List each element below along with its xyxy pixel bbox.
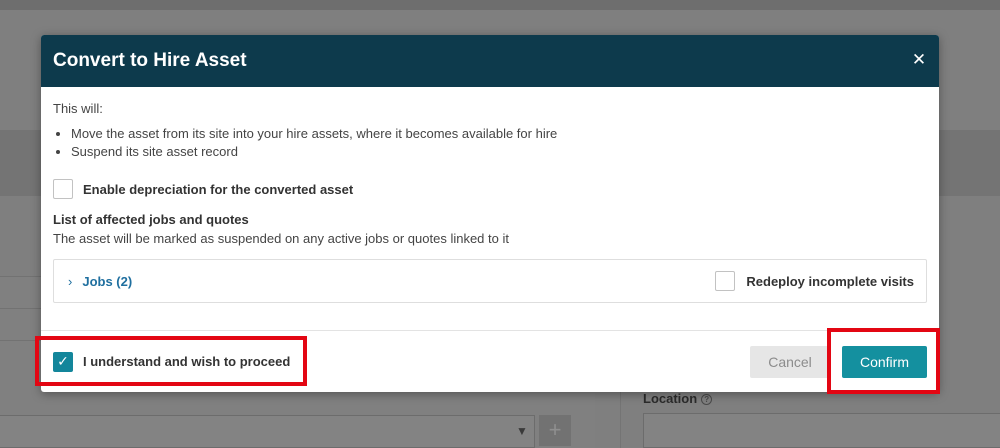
depreciation-checkbox[interactable] — [53, 179, 73, 199]
confirm-button[interactable]: Confirm — [842, 346, 927, 378]
understand-checkbox[interactable]: ✓ — [53, 351, 73, 372]
redeploy-label: Redeploy incomplete visits — [746, 273, 914, 289]
modal-header: Convert to Hire Asset ✕ — [41, 35, 939, 87]
cancel-button[interactable]: Cancel — [750, 346, 830, 378]
background-top-band — [0, 0, 1000, 10]
question-circle-icon: ? — [701, 394, 713, 405]
modal-footer: ✓ I understand and wish to proceed Cance… — [41, 330, 939, 392]
depreciation-row: Enable depreciation for the converted as… — [53, 179, 927, 199]
convert-to-hire-asset-modal: Convert to Hire Asset ✕ This will: Move … — [41, 35, 939, 392]
background-select — [0, 415, 535, 448]
understand-label: I understand and wish to proceed — [83, 354, 291, 369]
intro-text: This will: — [53, 101, 103, 116]
plus-icon: + — [539, 415, 571, 446]
affected-jobs-title: List of affected jobs and quotes — [53, 212, 249, 227]
list-item: Suspend its site asset record — [71, 143, 927, 161]
depreciation-label: Enable depreciation for the converted as… — [83, 181, 354, 197]
list-item: Move the asset from its site into your h… — [71, 125, 927, 143]
effects-list: Move the asset from its site into your h… — [53, 125, 927, 161]
jobs-panel: › Jobs (2) Redeploy incomplete visits — [53, 259, 927, 303]
jobs-expand-link[interactable]: Jobs (2) — [82, 274, 132, 289]
caret-down-icon: ▼ — [516, 424, 528, 438]
affected-jobs-description: The asset will be marked as suspended on… — [53, 231, 509, 246]
chevron-right-icon[interactable]: › — [68, 274, 72, 289]
location-field — [643, 413, 1000, 448]
redeploy-checkbox[interactable] — [715, 271, 736, 291]
modal-title: Convert to Hire Asset — [53, 50, 247, 71]
location-label: Location? — [643, 391, 713, 406]
modal-body: This will: Move the asset from its site … — [41, 87, 939, 303]
close-icon[interactable]: ✕ — [909, 50, 929, 70]
